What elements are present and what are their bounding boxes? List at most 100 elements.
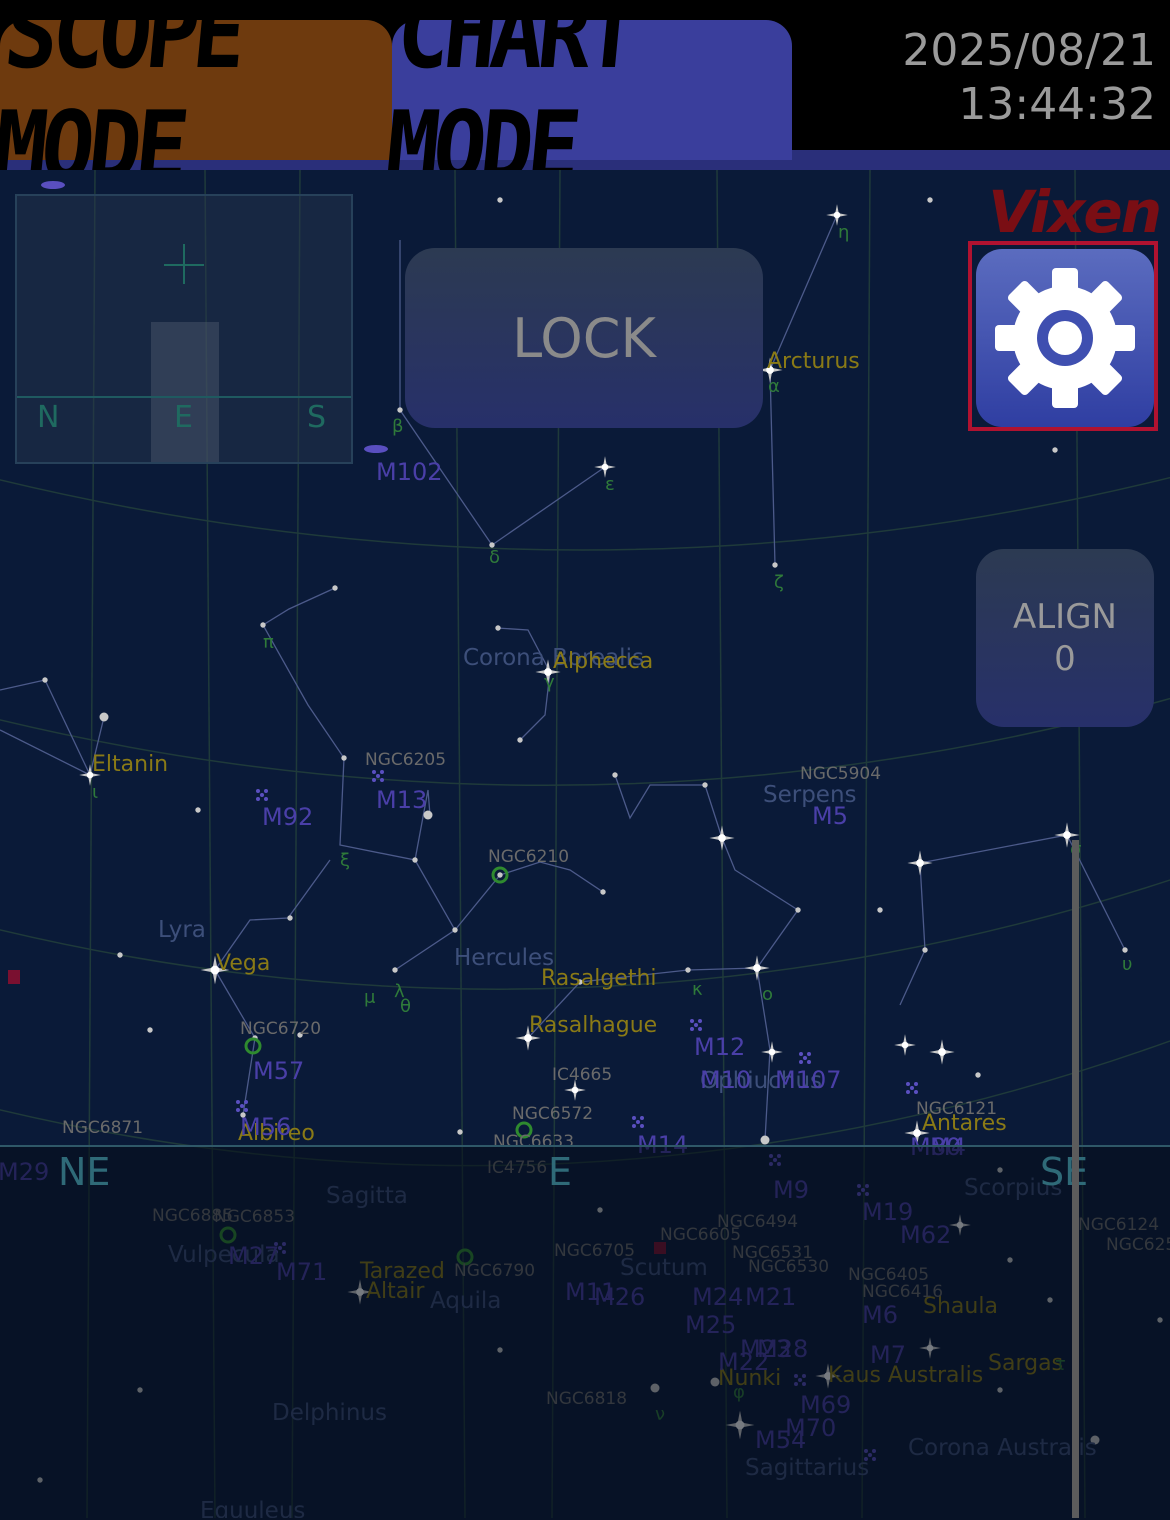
faint-star <box>922 947 928 953</box>
faint-star <box>600 889 606 895</box>
cluster-dot <box>694 1023 698 1027</box>
align-count: 0 <box>1054 639 1076 679</box>
cluster-dot <box>640 1116 644 1120</box>
constellation-label: Lyra <box>158 917 206 943</box>
ngc-label: NGC6871 <box>62 1118 143 1138</box>
direction-e: E <box>548 1150 573 1194</box>
faint-star <box>452 927 458 933</box>
ngc-label: NGC6121 <box>916 1099 997 1119</box>
constellation-line <box>0 716 105 776</box>
greek-letter-label: ε <box>605 474 615 495</box>
cluster-dot <box>380 778 384 782</box>
messier-label: M10 <box>700 1066 751 1094</box>
greek-letter-label: γ <box>544 672 555 693</box>
gear-icon <box>995 268 1135 408</box>
bright-star <box>894 1034 916 1056</box>
greek-letter-label: ι <box>92 782 98 803</box>
faint-star <box>877 907 883 913</box>
galaxy-marker <box>364 445 388 453</box>
messier-label: M102 <box>376 458 443 486</box>
faint-star <box>195 807 201 813</box>
cluster-dot <box>910 1086 914 1090</box>
greek-letter-label: δ <box>489 547 500 568</box>
cluster-dot <box>906 1090 910 1094</box>
constellation-line <box>899 862 926 1006</box>
cluster-dot <box>264 797 268 801</box>
greek-letter-label: η <box>838 222 849 243</box>
star-core <box>571 1086 579 1094</box>
cluster-dot <box>807 1052 811 1056</box>
compass-e: E <box>174 400 193 435</box>
datetime-display: 2025/08/21 13:44:32 <box>902 24 1156 132</box>
time-text: 13:44:32 <box>958 79 1156 130</box>
cluster-dot <box>372 778 376 782</box>
constellation-label: Hercules <box>454 945 554 971</box>
align-label: ALIGN <box>1012 597 1117 637</box>
greek-letter-label: υ <box>1122 954 1132 975</box>
tab-chart-mode[interactable]: CHART MODE <box>381 0 792 170</box>
ngc-label: NGC6572 <box>512 1104 593 1124</box>
star-name-label: Arcturus <box>767 349 860 374</box>
messier-label: M12 <box>694 1033 745 1061</box>
ngc-label: NGC6720 <box>240 1019 321 1039</box>
bright-star <box>709 825 735 851</box>
faint-star <box>702 782 708 788</box>
grid-parallel <box>0 476 1170 551</box>
bright-star <box>907 850 933 876</box>
cluster-marker <box>799 1052 811 1064</box>
cluster-dot <box>632 1116 636 1120</box>
cluster-dot <box>698 1027 702 1031</box>
faint-star <box>612 772 618 778</box>
compass-pointer <box>151 322 219 462</box>
altitude-slider[interactable] <box>1072 840 1079 1518</box>
star-core <box>938 1048 946 1056</box>
cluster-dot <box>690 1019 694 1023</box>
cluster-dot <box>799 1052 803 1056</box>
greek-letter-label: π <box>263 632 274 653</box>
lock-button[interactable]: LOCK <box>405 248 763 428</box>
greek-letter-label: μ <box>364 987 376 1008</box>
faint-star <box>927 197 933 203</box>
constellation-line <box>454 861 604 931</box>
faint-star <box>147 1027 153 1033</box>
faint-star <box>42 677 48 683</box>
settings-button[interactable] <box>976 249 1154 427</box>
faint-star <box>397 407 403 413</box>
cluster-marker <box>256 789 268 801</box>
cluster-dot <box>799 1060 803 1064</box>
star-core <box>916 859 924 867</box>
greek-letter-label: ο <box>762 984 773 1005</box>
cluster-dot <box>372 770 376 774</box>
cluster-marker <box>690 1019 702 1031</box>
faint-star <box>287 915 293 921</box>
align-button[interactable]: ALIGN 0 <box>976 549 1154 727</box>
greek-letter-label: α <box>768 376 780 397</box>
messier-label: M56 <box>240 1113 291 1141</box>
ngc-label: NGC6210 <box>488 847 569 867</box>
greek-letter-label: ξ <box>340 850 350 871</box>
faint-star <box>99 712 109 722</box>
cluster-dot <box>914 1090 918 1094</box>
cluster-dot <box>690 1027 694 1031</box>
faint-star <box>260 622 266 628</box>
ngc-label: IC4665 <box>552 1065 612 1085</box>
faint-star <box>332 585 338 591</box>
star-name-label: Rasalhague <box>529 1013 657 1038</box>
constellation-line <box>919 834 1126 951</box>
star-core <box>833 211 841 219</box>
cluster-dot <box>640 1124 644 1128</box>
greek-letter-label: θ <box>400 996 411 1017</box>
faint-star <box>457 1129 463 1135</box>
object-marker-red <box>8 970 20 984</box>
faint-star <box>497 872 503 878</box>
ngc-label: NGC5904 <box>800 764 881 784</box>
cluster-dot <box>636 1120 640 1124</box>
tab-scope-mode[interactable]: SCOPE MODE <box>0 0 392 170</box>
greek-letter-label: β <box>392 416 404 437</box>
constellation-line <box>0 679 91 776</box>
direction-se: SE <box>1040 1150 1089 1194</box>
cluster-marker <box>632 1116 644 1128</box>
mode-header: SCOPE MODE CHART MODE 2025/08/21 13:44:3… <box>0 0 1170 170</box>
faint-star <box>495 625 501 631</box>
faint-star <box>517 737 523 743</box>
